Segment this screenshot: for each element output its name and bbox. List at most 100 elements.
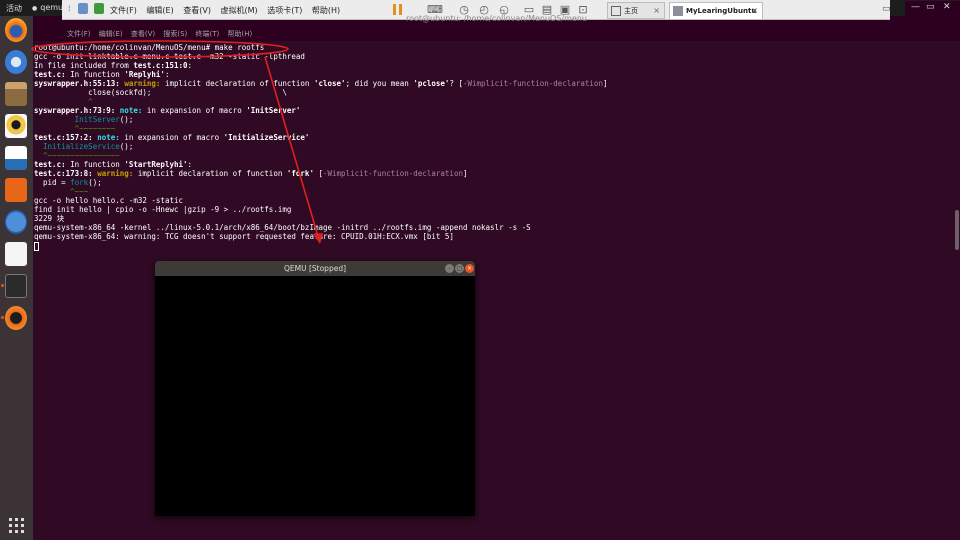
- terminal-line: InitServer();: [34, 115, 607, 124]
- terminal-line: ^~~~~~~~~~~~~~~~~: [34, 151, 607, 160]
- terminal-line: pid = fork();: [34, 178, 607, 187]
- vmware-library-icon[interactable]: [94, 3, 104, 14]
- software-center-icon[interactable]: [5, 178, 27, 202]
- terminal-text: implicit declaration of function: [137, 169, 287, 178]
- terminal-text: 'Replyhi': [124, 70, 165, 79]
- rhythmbox-icon[interactable]: [5, 114, 27, 138]
- terminal-text: gcc -o hello hello.c -m32 -static: [34, 196, 184, 205]
- terminal-text: :: [164, 70, 170, 79]
- terminal-text: syswrapper.h:73:9:: [34, 106, 120, 115]
- minimize-icon[interactable]: ▭: [882, 4, 891, 14]
- terminal-line: qemu-system-x86_64: warning: TCG doesn't…: [34, 232, 607, 241]
- activities-button[interactable]: 活动: [6, 3, 22, 14]
- terminal-text: In file included from: [34, 61, 134, 70]
- files-icon[interactable]: [5, 82, 27, 106]
- terminal-text: ; did you mean: [345, 79, 414, 88]
- terminal-text: close(sockfd); \: [34, 88, 287, 97]
- terminal-line: 3229 块: [34, 214, 607, 223]
- terminal-text: find init hello | cpio -o -Hnewc |gzip -…: [34, 205, 292, 214]
- terminal-menu-terminal[interactable]: 终端(T): [196, 30, 220, 38]
- terminal-text: ? [: [449, 79, 463, 88]
- terminal-text: InitializeService: [43, 142, 120, 151]
- terminal-text: warning:: [124, 79, 165, 88]
- terminal-text: test.c:: [34, 160, 66, 169]
- close-icon[interactable]: ×: [465, 264, 474, 273]
- terminal-text: in expansion of macro: [146, 106, 247, 115]
- terminal-text: ^~~~~~~~~~~~~~~~~: [34, 151, 120, 160]
- amazon-icon[interactable]: [5, 242, 27, 266]
- qemu-titlebar[interactable]: QEMU [Stopped] – □ ×: [155, 261, 475, 276]
- app-menu-triangle-icon: ●: [32, 5, 38, 12]
- qemu-display[interactable]: [155, 276, 475, 516]
- terminal-menu-search[interactable]: 搜索(S): [163, 30, 187, 38]
- terminal-line: syswrapper.h:73:9: note: in expansion of…: [34, 106, 607, 115]
- terminal-lines: root@ubuntu:/home/colinvan/MenuOS/menu# …: [34, 43, 607, 251]
- terminal-text: in expansion of macro: [124, 133, 224, 142]
- terminal-text: 'InitializeService': [223, 133, 310, 142]
- toolbar-grip-icon: ⁞: [68, 4, 71, 13]
- terminal-text: InitServer: [74, 115, 120, 124]
- terminal-text: ();: [88, 178, 102, 187]
- close-icon[interactable]: ✕: [943, 2, 951, 12]
- terminal-text: 'StartReplyhi': [124, 160, 188, 169]
- terminal-line: syswrapper.h:55:13: warning: implicit de…: [34, 79, 607, 88]
- terminal-text: root@ubuntu:/home/colinvan/MenuOS/menu# …: [34, 43, 265, 52]
- terminal-text: fork: [70, 178, 89, 187]
- show-applications-icon[interactable]: [9, 518, 25, 534]
- terminal-text: test.c:151:0: [133, 61, 188, 70]
- terminal-text: ]: [602, 79, 608, 88]
- terminal-line: test.c:173:8: warning: implicit declarat…: [34, 169, 607, 178]
- terminal-line: InitializeService();: [34, 142, 607, 151]
- terminal-line: root@ubuntu:/home/colinvan/MenuOS/menu# …: [34, 43, 607, 52]
- maximize-icon[interactable]: □: [455, 264, 464, 273]
- terminal-text: 'fork': [286, 169, 314, 178]
- minimize-icon[interactable]: –: [445, 264, 454, 273]
- terminal-line: gcc -o hello hello.c -m32 -static: [34, 196, 607, 205]
- maximize-icon[interactable]: ▭: [926, 2, 935, 12]
- thunderbird-icon[interactable]: [5, 50, 27, 74]
- terminal-menu-help[interactable]: 帮助(H): [227, 30, 252, 38]
- terminal-menu-edit[interactable]: 编辑(E): [99, 30, 123, 38]
- terminal-text: In function: [65, 70, 125, 79]
- terminal-text: ();: [119, 115, 134, 124]
- terminal-text: implicit declaration of function: [164, 79, 314, 88]
- terminal-text: :: [187, 61, 193, 70]
- terminal-text: ();: [119, 142, 134, 151]
- running-indicator: [1, 284, 4, 287]
- running-indicator: [1, 316, 4, 319]
- terminal-text: test.c:157:2:: [34, 133, 98, 142]
- terminal-icon[interactable]: [5, 274, 27, 298]
- terminal-text: gcc -o init linktable.c menu.c test.c -m…: [34, 52, 305, 61]
- help-icon[interactable]: [5, 210, 27, 234]
- terminal-scrollbar[interactable]: [955, 210, 959, 250]
- terminal-text: ^~~~~~~~~: [34, 124, 116, 133]
- libreoffice-writer-icon[interactable]: [5, 146, 27, 170]
- qemu-icon[interactable]: [5, 306, 27, 330]
- firefox-icon[interactable]: [5, 18, 27, 42]
- terminal-text: note:: [119, 106, 147, 115]
- terminal-line: qemu-system-x86_64 -kernel ../linux-5.0.…: [34, 223, 607, 232]
- terminal-menu-view[interactable]: 查看(V): [131, 30, 155, 38]
- terminal-text: test.c:: [34, 70, 66, 79]
- minimize-icon[interactable]: —: [911, 2, 920, 12]
- terminal-text: In function: [65, 160, 125, 169]
- terminal-line: test.c:157:2: note: in expansion of macr…: [34, 133, 607, 142]
- terminal-text: note:: [97, 133, 125, 142]
- terminal-text: :: [187, 160, 193, 169]
- terminal-text: qemu-system-x86_64 -kernel ../linux-5.0.…: [34, 223, 531, 232]
- terminal-text: syswrapper.h:55:13:: [34, 79, 125, 88]
- terminal-cursor: [34, 241, 39, 251]
- terminal-line: ^~~~: [34, 187, 607, 196]
- terminal-line: In file included from test.c:151:0:: [34, 61, 607, 70]
- terminal-text: ^~~~: [34, 187, 89, 196]
- terminal-menu-file[interactable]: 文件(F): [67, 30, 91, 38]
- terminal-text: 'pclose': [413, 79, 450, 88]
- vmware-app-icon: [78, 3, 88, 14]
- terminal-line: close(sockfd); \: [34, 88, 607, 97]
- terminal-text: 'InitServer': [246, 106, 301, 115]
- terminal-text: warning:: [97, 169, 138, 178]
- terminal-text: qemu-system-x86_64: warning: TCG doesn't…: [34, 232, 454, 241]
- qemu-window[interactable]: QEMU [Stopped] – □ ×: [155, 261, 475, 516]
- terminal-line: find init hello | cpio -o -Hnewc |gzip -…: [34, 205, 607, 214]
